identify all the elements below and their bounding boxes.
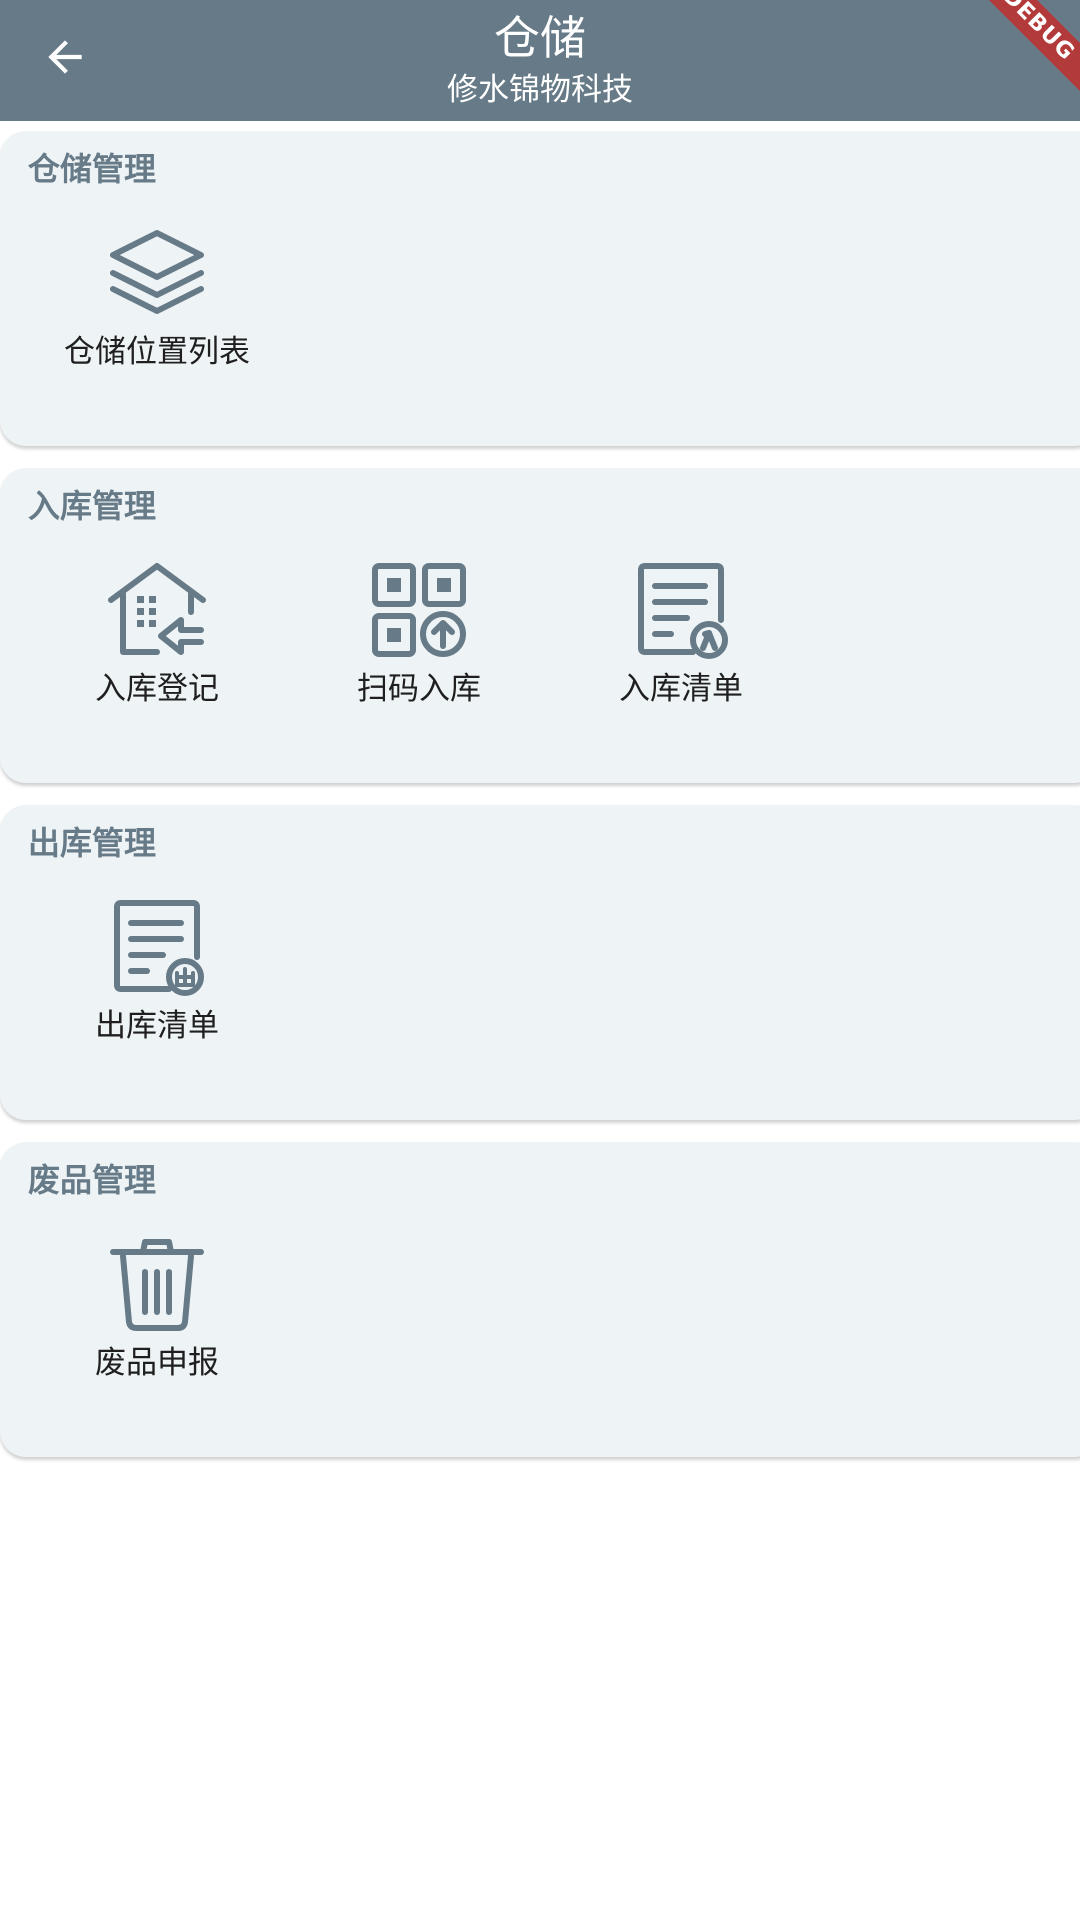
qr-upload-icon [372, 563, 466, 657]
scan-inbound-button[interactable]: 扫码入库 [289, 560, 549, 730]
inbound-list-button[interactable]: 入库清单 [551, 560, 811, 730]
app-bar: 仓储 修水锦物科技 DEBUG [0, 0, 1080, 121]
outbound-list-icon [114, 900, 204, 996]
section-title: 出库管理 [28, 824, 157, 862]
inbound-list-icon [638, 563, 728, 659]
outbound-list-button[interactable]: 出库清单 [27, 897, 287, 1067]
storage-location-list-button[interactable]: 仓储位置列表 [27, 223, 287, 393]
section-title: 入库管理 [28, 487, 157, 525]
item-label: 入库登记 [95, 671, 219, 707]
trash-icon [110, 1239, 204, 1331]
item-label: 出库清单 [95, 1008, 219, 1044]
section-title: 废品管理 [28, 1161, 157, 1199]
section-outbound-management: 出库管理 出库清单 [0, 805, 1080, 1120]
section-title: 仓储管理 [28, 150, 157, 188]
page-title: 仓储 [494, 11, 586, 65]
layers-icon [110, 230, 204, 314]
page-subtitle: 修水锦物科技 [447, 72, 633, 108]
item-label: 仓储位置列表 [64, 334, 250, 370]
item-label: 入库清单 [619, 671, 743, 707]
warehouse-inbound-icon [108, 563, 206, 655]
section-storage-management: 仓储管理 仓储位置列表 [0, 131, 1080, 446]
waste-report-button[interactable]: 废品申报 [27, 1234, 287, 1404]
item-label: 扫码入库 [357, 671, 481, 707]
item-label: 废品申报 [95, 1345, 219, 1381]
section-waste-management: 废品管理 废品申报 [0, 1142, 1080, 1457]
inbound-register-button[interactable]: 入库登记 [27, 560, 287, 730]
section-inbound-management: 入库管理 入库登记 扫码入库 入库清单 [0, 468, 1080, 783]
